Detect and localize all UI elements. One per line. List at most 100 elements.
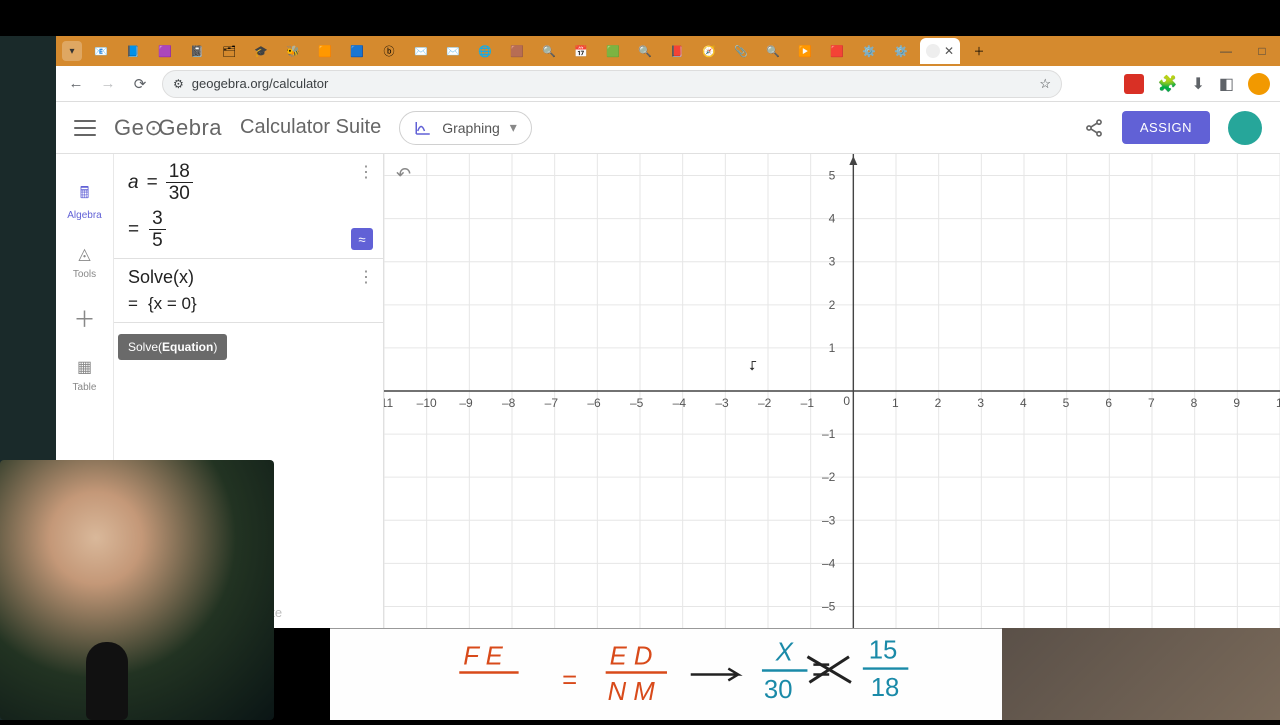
profile-avatar-icon[interactable] — [1248, 73, 1270, 95]
pinned-tab[interactable]: 🔍 — [760, 39, 786, 63]
pinned-tab[interactable]: 🐝 — [280, 39, 306, 63]
pinned-tab[interactable]: ⚙️ — [856, 39, 882, 63]
pinned-tab[interactable]: ⓑ — [376, 39, 402, 63]
chevron-down-icon: ▾ — [510, 119, 517, 136]
pinned-tab[interactable]: 📘 — [120, 39, 146, 63]
row-more-icon[interactable]: ⋮ — [358, 267, 373, 287]
svg-text:2: 2 — [829, 298, 836, 312]
pinned-tab[interactable]: 🔍 — [536, 39, 562, 63]
maximize-button[interactable]: □ — [1250, 39, 1274, 63]
bookmark-star-icon[interactable]: ☆ — [1039, 76, 1051, 92]
pinned-tab[interactable]: 🟧 — [312, 39, 338, 63]
cursor-icon: ⮦ — [749, 358, 757, 374]
pinned-tab[interactable]: 🎓 — [248, 39, 274, 63]
pinned-tab[interactable]: 🟫 — [504, 39, 530, 63]
active-tab[interactable]: ✕ — [920, 38, 960, 64]
forward-button[interactable]: → — [98, 74, 118, 94]
address-bar[interactable]: ⚙ geogebra.org/calculator ☆ — [162, 70, 1062, 98]
svg-text:X: X — [775, 639, 794, 667]
pinned-tab[interactable]: 🟦 — [344, 39, 370, 63]
sidebar-item-algebra[interactable]: 🖩 Algebra — [67, 184, 101, 221]
approximate-toggle[interactable]: ≈ — [351, 228, 373, 250]
new-tab-button[interactable]: ＋ — [966, 39, 992, 63]
downloads-icon[interactable]: ⬇ — [1191, 74, 1204, 94]
svg-text:8: 8 — [1191, 396, 1198, 410]
pinned-tab[interactable]: 📎 — [728, 39, 754, 63]
pinned-tab[interactable]: 🌐 — [472, 39, 498, 63]
svg-text:–6: –6 — [587, 396, 601, 410]
site-info-icon[interactable]: ⚙ — [173, 77, 184, 91]
pinned-tab[interactable]: ▶️ — [792, 39, 818, 63]
svg-text:–5: –5 — [630, 396, 644, 410]
sidebar-item-label: Algebra — [67, 210, 101, 221]
pinned-tab[interactable]: 🟥 — [824, 39, 850, 63]
result-numerator: 3 — [149, 209, 166, 230]
pinned-tab[interactable]: 🧭 — [696, 39, 722, 63]
svg-text:5: 5 — [1063, 396, 1070, 410]
input-expression: Solve(x) — [128, 267, 194, 288]
undo-button[interactable]: ↶ — [396, 164, 411, 185]
svg-text:15: 15 — [869, 637, 898, 665]
pinned-tab[interactable]: 📅 — [568, 39, 594, 63]
menu-button[interactable] — [74, 120, 96, 136]
extension-badge[interactable] — [1124, 74, 1144, 94]
mode-selector[interactable]: Graphing ▾ — [399, 111, 532, 145]
brand-logo[interactable]: Ge⊙Gebra — [114, 115, 222, 141]
row-more-icon[interactable]: ⋮ — [358, 162, 373, 182]
add-item-button[interactable]: ＋ — [73, 302, 95, 334]
tools-icon: ◬ — [73, 243, 95, 265]
svg-text:–10: –10 — [417, 396, 437, 410]
svg-text:3: 3 — [977, 396, 984, 410]
svg-text:–4: –4 — [673, 396, 687, 410]
extensions-icon[interactable]: 🧩 — [1158, 74, 1178, 94]
tab-search-dropdown[interactable]: ▾ — [62, 41, 82, 61]
svg-text:1: 1 — [829, 341, 836, 355]
graph-viewport[interactable]: ↶ ⮦ –11–10–9–8–7–6–5–4–3–2–1012345678910… — [384, 154, 1280, 628]
algebra-row[interactable]: ⋮ Solve(x) = {x = 0} — [114, 259, 383, 323]
svg-text:E D: E D — [610, 643, 653, 671]
svg-text:–2: –2 — [758, 396, 772, 410]
svg-text:18: 18 — [871, 674, 900, 702]
svg-text:=: = — [562, 666, 577, 694]
pinned-tab[interactable]: 📕 — [664, 39, 690, 63]
svg-text:N M: N M — [608, 678, 656, 706]
reload-button[interactable]: ⟳ — [130, 74, 150, 94]
pinned-tab[interactable]: ✉️ — [408, 39, 434, 63]
pinned-tab[interactable]: ✉️ — [440, 39, 466, 63]
svg-text:6: 6 — [1105, 396, 1112, 410]
pinned-tab[interactable]: 📓 — [184, 39, 210, 63]
assign-button[interactable]: ASSIGN — [1122, 111, 1210, 144]
pinned-tab[interactable]: 🟩 — [600, 39, 626, 63]
svg-text:–7: –7 — [545, 396, 559, 410]
back-button[interactable]: ← — [66, 74, 86, 94]
sidebar-item-tools[interactable]: ◬ Tools — [73, 243, 96, 280]
whiteboard-strip: F E = E D N M X 30 15 18 — [330, 628, 1002, 720]
pinned-tab[interactable]: 🗂 — [216, 39, 242, 63]
browser-tab-strip: ▾ 📧 📘 🟪 📓 🗂 🎓 🐝 🟧 🟦 ⓑ ✉️ ✉️ 🌐 🟫 🔍 📅 🟩 🔍 … — [56, 36, 1280, 66]
svg-text:2: 2 — [935, 396, 942, 410]
microphone-icon — [86, 642, 128, 720]
minimize-button[interactable]: — — [1214, 39, 1238, 63]
share-icon[interactable] — [1084, 118, 1104, 138]
result-denominator: 5 — [152, 230, 163, 250]
pinned-tab[interactable]: 🔍 — [632, 39, 658, 63]
svg-text:–11: –11 — [384, 396, 393, 410]
pinned-tab[interactable]: ⚙️ — [888, 39, 914, 63]
user-avatar[interactable] — [1228, 111, 1262, 145]
close-tab-icon[interactable]: ✕ — [944, 44, 954, 58]
fraction-numerator: 18 — [166, 162, 193, 183]
pinned-tab[interactable]: 🟪 — [152, 39, 178, 63]
command-tooltip[interactable]: Solve(Equation) — [118, 334, 227, 360]
url-text: geogebra.org/calculator — [192, 76, 329, 91]
mode-label: Graphing — [442, 120, 500, 136]
wb-text: F E — [463, 643, 503, 671]
algebra-row[interactable]: ⋮ a = 18 30 = 3 5 ≈ — [114, 154, 383, 259]
sidebar-item-table[interactable]: ▦ Table — [73, 356, 97, 393]
svg-text:30: 30 — [764, 676, 793, 704]
svg-text:1: 1 — [892, 396, 899, 410]
svg-text:–3: –3 — [715, 396, 729, 410]
variable-name: a — [128, 172, 139, 194]
pinned-tab[interactable]: 📧 — [88, 39, 114, 63]
svg-text:0: 0 — [843, 394, 850, 408]
side-panel-icon[interactable]: ◧ — [1219, 74, 1234, 94]
